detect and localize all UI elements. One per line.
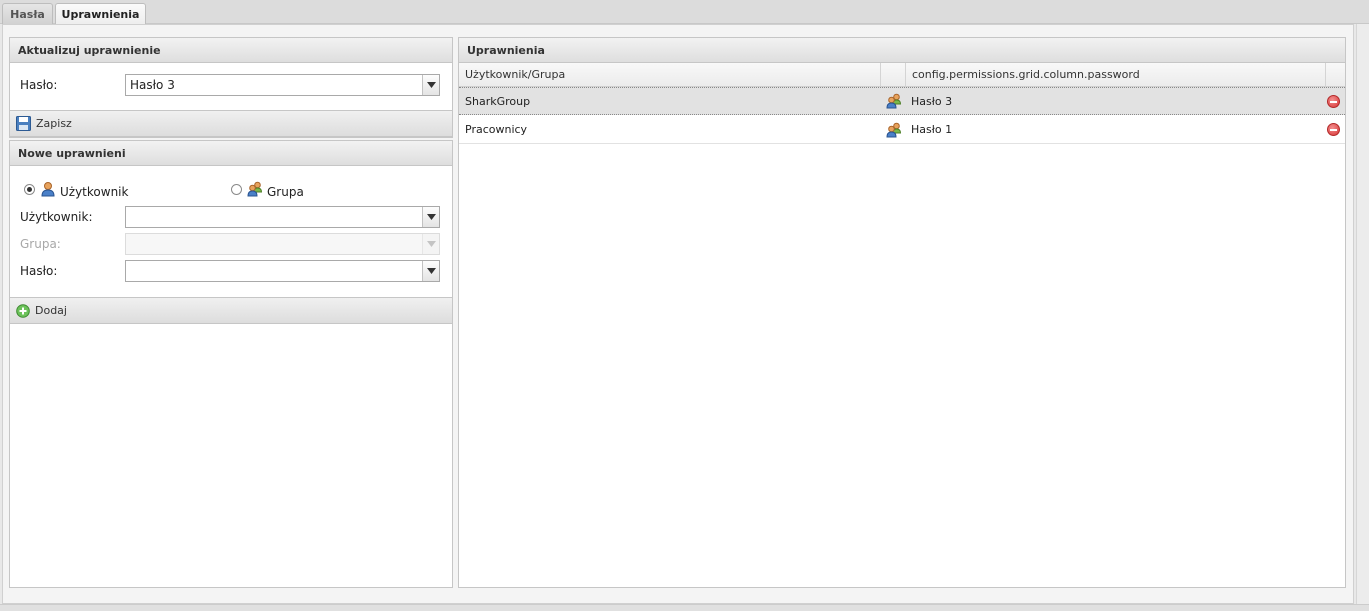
chevron-down-icon (426, 82, 436, 88)
row-type-cell (880, 116, 905, 143)
new-user-row: Użytkownik: (20, 206, 440, 228)
new-password-label: Hasło: (20, 264, 58, 278)
table-row[interactable]: SharkGroup Hasło 3 (459, 87, 1345, 115)
radio-group[interactable] (231, 183, 242, 195)
grid-header: Użytkownik/Grupa config.permissions.grid… (459, 63, 1345, 87)
save-button[interactable]: Zapisz (10, 110, 452, 137)
update-password-value: Hasło 3 (130, 78, 175, 92)
new-group-dropdown-button (422, 234, 439, 254)
update-password-row: Hasło: Hasło 3 (20, 74, 440, 96)
tab-permissions[interactable]: Uprawnienia (55, 3, 146, 25)
new-permission-title: Nowe uprawnieni (10, 141, 452, 166)
radio-user-label: Użytkownik (60, 185, 129, 199)
permissions-grid-panel: Uprawnienia Użytkownik/Grupa config.perm… (458, 37, 1346, 588)
tab-passwords-label: Hasła (10, 7, 45, 21)
row-type-cell (880, 88, 905, 114)
add-button-label: Dodaj (35, 304, 67, 317)
chevron-down-icon (426, 241, 436, 247)
new-permission-panel: Nowe uprawnieni Użytkownik Grupa Użytkow… (9, 140, 453, 588)
page-scrollbar[interactable] (1356, 24, 1369, 604)
row-password: Hasło 1 (911, 123, 953, 136)
footer-strip (0, 604, 1369, 611)
save-button-label: Zapisz (36, 117, 72, 130)
row-name: Pracownicy (465, 123, 528, 136)
row-password-cell: Hasło 1 (905, 116, 1325, 143)
column-header-type[interactable] (880, 63, 905, 86)
row-password-cell: Hasło 3 (905, 88, 1325, 114)
new-group-combo (125, 233, 440, 255)
permissions-grid-title: Uprawnienia (459, 38, 1345, 63)
row-remove-cell (1325, 116, 1345, 143)
add-icon (16, 303, 30, 318)
update-password-combo[interactable]: Hasło 3 (125, 74, 440, 96)
chevron-down-icon (426, 268, 436, 274)
update-password-dropdown-button[interactable] (422, 75, 439, 95)
radio-group-label: Grupa (267, 185, 304, 199)
row-remove-cell (1325, 88, 1345, 114)
row-name-cell: Pracownicy (459, 116, 880, 143)
new-group-label: Grupa: (20, 237, 61, 251)
tab-permissions-label: Uprawnienia (61, 8, 140, 21)
new-group-row: Grupa: (20, 233, 440, 255)
column-header-user-group[interactable]: Użytkownik/Grupa (459, 63, 880, 86)
column-header-password-label: config.permissions.grid.column.password (912, 68, 1140, 81)
update-permission-title: Aktualizuj uprawnienie (10, 38, 452, 63)
user-icon (41, 182, 55, 197)
remove-icon[interactable] (1327, 123, 1340, 136)
row-name: SharkGroup (465, 94, 531, 108)
update-permission-panel: Aktualizuj uprawnienie Hasło: Hasło 3 Za… (9, 37, 453, 138)
column-header-password[interactable]: config.permissions.grid.column.password (905, 63, 1325, 86)
add-button[interactable]: Dodaj (10, 297, 452, 324)
chevron-down-icon (426, 214, 436, 220)
new-user-combo[interactable] (125, 206, 440, 228)
radio-group-option[interactable]: Grupa (231, 179, 304, 199)
new-password-row: Hasło: (20, 260, 440, 282)
row-password: Hasło 3 (911, 94, 953, 108)
tab-bar: Hasła Uprawnienia (0, 0, 1369, 25)
radio-user-option[interactable]: Użytkownik (24, 179, 128, 199)
group-icon (247, 181, 263, 197)
tab-passwords[interactable]: Hasła (2, 3, 53, 24)
column-header-actions[interactable] (1325, 63, 1345, 86)
column-header-user-group-label: Użytkownik/Grupa (465, 68, 566, 81)
new-password-combo[interactable] (125, 260, 440, 282)
new-password-dropdown-button[interactable] (422, 261, 439, 281)
table-row[interactable]: Pracownicy Hasło 1 (459, 116, 1345, 144)
row-name-cell: SharkGroup (459, 88, 880, 114)
group-icon (886, 93, 902, 109)
remove-icon[interactable] (1327, 94, 1340, 108)
new-user-label: Użytkownik: (20, 210, 93, 224)
update-password-label: Hasło: (20, 78, 58, 92)
save-icon (16, 116, 31, 131)
radio-user[interactable] (24, 183, 35, 195)
group-icon (886, 122, 902, 137)
new-user-dropdown-button[interactable] (422, 207, 439, 227)
